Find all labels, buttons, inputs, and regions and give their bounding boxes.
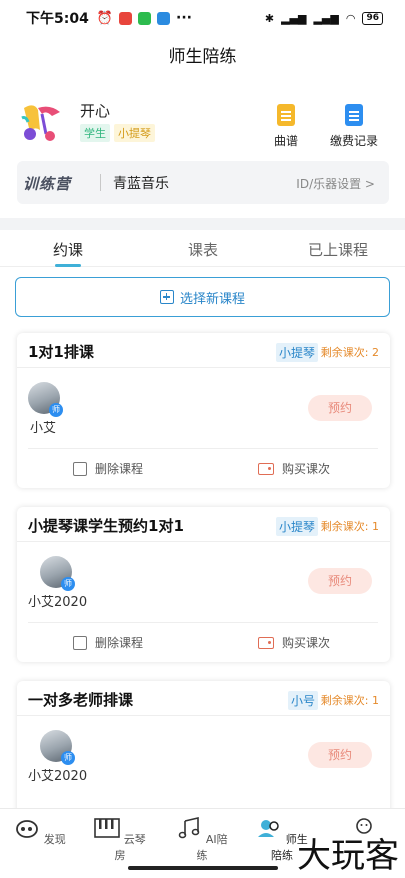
bluetooth-icon: ✱	[264, 11, 275, 25]
delete-icon	[73, 635, 87, 650]
payment-record-label: 缴费记录	[329, 134, 378, 148]
course-instrument-tag: 小提琴	[276, 343, 319, 362]
weibo-icon	[119, 11, 133, 25]
sheet-music-button[interactable]: 曲谱	[256, 104, 316, 149]
status-bar: 下午5:04 ⏰ ··· ✱ ▂▄▆ ▂▄▆ ◠ 96	[0, 0, 405, 36]
remaining-lessons: 剩余课次: 1	[320, 694, 379, 707]
nav-discover-label: 发现	[43, 833, 66, 846]
teacher-name: 小艾2020	[28, 595, 88, 610]
page-title: 师生陪练	[168, 47, 237, 67]
music-note-icon	[179, 816, 200, 839]
organization-name: 青蓝音乐	[113, 176, 169, 192]
nav-discover[interactable]: 发现	[10, 817, 70, 847]
status-time: 下午5:04	[26, 11, 89, 27]
teacher-avatar[interactable]: 师	[40, 730, 75, 765]
home-indicator[interactable]	[128, 866, 278, 870]
buy-lessons-button[interactable]: 购买课次	[258, 460, 330, 477]
status-right: ✱ ▂▄▆ ▂▄▆ ◠ 96	[264, 11, 383, 25]
card-divider	[28, 622, 378, 623]
instrument-settings-link[interactable]: ID/乐器设置 >	[296, 175, 375, 192]
buy-lessons-label: 购买课次	[282, 636, 331, 650]
remaining-lessons: 剩余课次: 2	[320, 346, 379, 359]
tab-bar: 约课 课表 已上课程	[0, 230, 405, 267]
tab-active-indicator	[55, 264, 81, 267]
wallet-icon	[258, 636, 274, 649]
tab-completed-classes[interactable]: 已上课程	[288, 239, 388, 260]
piano-icon	[94, 818, 121, 838]
teacher-badge: 师	[61, 577, 75, 591]
course-title: 小提琴课学生预约1对1	[28, 517, 184, 535]
wifi-icon: ◠	[345, 11, 356, 25]
wechat-icon	[138, 11, 152, 25]
course-title: 一对多老师排课	[28, 691, 134, 709]
tab-book-class[interactable]: 约课	[18, 239, 118, 260]
battery-icon: 96	[362, 11, 383, 25]
teacher-badge: 师	[61, 751, 75, 765]
training-camp-logo: 训练营	[23, 175, 72, 193]
book-button[interactable]: 预约	[308, 568, 372, 594]
delete-course-label: 删除课程	[95, 462, 144, 476]
book-button[interactable]: 预约	[308, 742, 372, 768]
discover-icon	[16, 820, 39, 838]
payment-record-button[interactable]: 缴费记录	[324, 104, 384, 149]
payment-record-icon	[345, 104, 363, 126]
sheet-music-icon	[277, 104, 295, 126]
delete-course-button[interactable]: 删除课程	[73, 634, 143, 651]
more-icon: ···	[176, 10, 192, 26]
wallet-icon	[258, 462, 274, 475]
course-instrument-tag: 小号	[288, 691, 319, 710]
buy-lessons-label: 购买课次	[282, 462, 331, 476]
delete-course-label: 删除课程	[95, 636, 144, 650]
delete-course-button[interactable]: 删除课程	[73, 460, 143, 477]
course-title: 1对1排课	[28, 343, 94, 361]
card-divider	[28, 448, 378, 449]
card-header: 小提琴课学生预约1对1 小提琴 剩余课次: 1	[17, 507, 390, 542]
teacher-avatar[interactable]: 师	[40, 556, 75, 591]
training-camp-bar[interactable]: 训练营 青蓝音乐 ID/乐器设置 >	[17, 161, 389, 204]
delete-icon	[73, 461, 87, 476]
teacher-name: 小艾2020	[28, 769, 88, 784]
nav-ai-practice[interactable]: AI陪练	[172, 816, 232, 863]
instrument-tag: 小提琴	[114, 124, 155, 142]
card-header: 1对1排课 小提琴 剩余课次: 2	[17, 333, 390, 368]
teacher-name: 小艾	[30, 421, 57, 436]
book-button[interactable]: 预约	[308, 395, 372, 421]
profile-name: 开心	[80, 102, 111, 120]
buy-lessons-button[interactable]: 购买课次	[258, 634, 330, 651]
role-tag: 学生	[80, 124, 110, 142]
course-card: 小提琴课学生预约1对1 小提琴 剩余课次: 1 师 小艾2020 预约 删除课程…	[17, 507, 390, 662]
signal-icon: ▂▄▆	[281, 11, 307, 25]
add-icon	[159, 290, 174, 304]
tab-schedule[interactable]: 课表	[153, 239, 253, 260]
teacher-badge: 师	[49, 403, 63, 417]
course-instrument-tag: 小提琴	[276, 517, 319, 536]
card-header: 一对多老师排课 小号 剩余课次: 1	[17, 681, 390, 716]
watermark: 大玩客	[297, 836, 399, 876]
divider	[100, 174, 101, 191]
telegram-icon	[157, 11, 171, 25]
teacher-student-icon	[258, 820, 279, 837]
sheet-music-label: 曲谱	[273, 134, 298, 148]
teacher-avatar[interactable]: 师	[28, 382, 63, 417]
remaining-lessons: 剩余课次: 1	[320, 520, 379, 533]
alarm-icon: ⏰	[96, 10, 114, 26]
signal-hd-icon: ▂▄▆	[313, 11, 339, 25]
section-divider	[0, 218, 405, 230]
profile-section: 开心 学生 小提琴 曲谱 缴费记录	[18, 96, 388, 152]
course-card: 1对1排课 小提琴 剩余课次: 2 师 小艾 预约 删除课程 购买课次	[17, 333, 390, 488]
app-logo-icon[interactable]	[20, 100, 64, 144]
select-new-course-label: 选择新课程	[179, 291, 245, 307]
select-new-course-button[interactable]: 选择新课程	[15, 277, 390, 317]
nav-cloud-piano[interactable]: 云琴房	[90, 817, 150, 863]
status-app-icons: ⏰ ···	[97, 10, 192, 26]
